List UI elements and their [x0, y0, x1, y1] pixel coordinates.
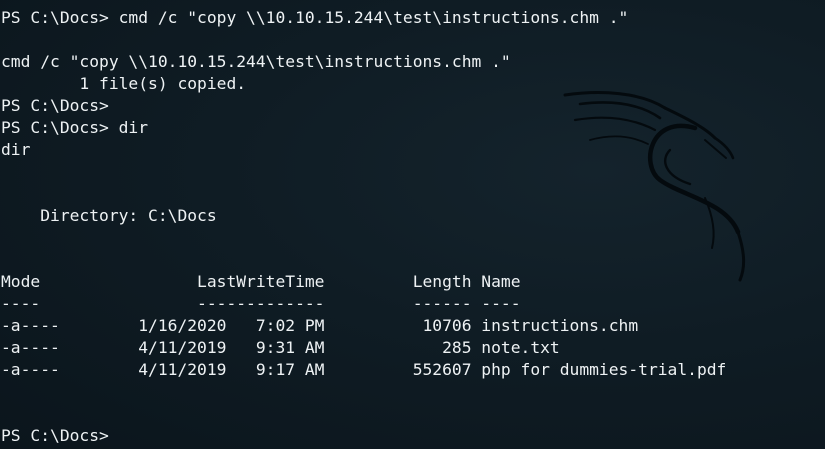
command-prompt[interactable]: PS C:\Docs>: [1, 425, 825, 447]
terminal-output[interactable]: PS C:\Docs> cmd /c "copy \\10.10.15.244\…: [1, 7, 825, 449]
terminal-line: PS C:\Docs>: [1, 96, 109, 115]
terminal-line: PS C:\Docs> cmd /c "copy \\10.10.15.244\…: [1, 8, 629, 27]
terminal-line: cmd /c "copy \\10.10.15.244\test\instruc…: [1, 52, 511, 71]
terminal-line: PS C:\Docs> dir: [1, 118, 149, 137]
table-row: -a---- 4/11/2019 9:17 AM 552607 php for …: [1, 360, 727, 379]
directory-heading: Directory: C:\Docs: [1, 206, 217, 225]
table-header: Mode LastWriteTime Length Name: [1, 272, 521, 291]
terminal-line: dir: [1, 140, 31, 159]
terminal-line: 1 file(s) copied.: [1, 74, 247, 93]
table-header-separator: ---- ------------- ------ ----: [1, 294, 521, 313]
table-row: -a---- 1/16/2020 7:02 PM 10706 instructi…: [1, 316, 639, 335]
table-row: -a---- 4/11/2019 9:31 AM 285 note.txt: [1, 338, 560, 357]
